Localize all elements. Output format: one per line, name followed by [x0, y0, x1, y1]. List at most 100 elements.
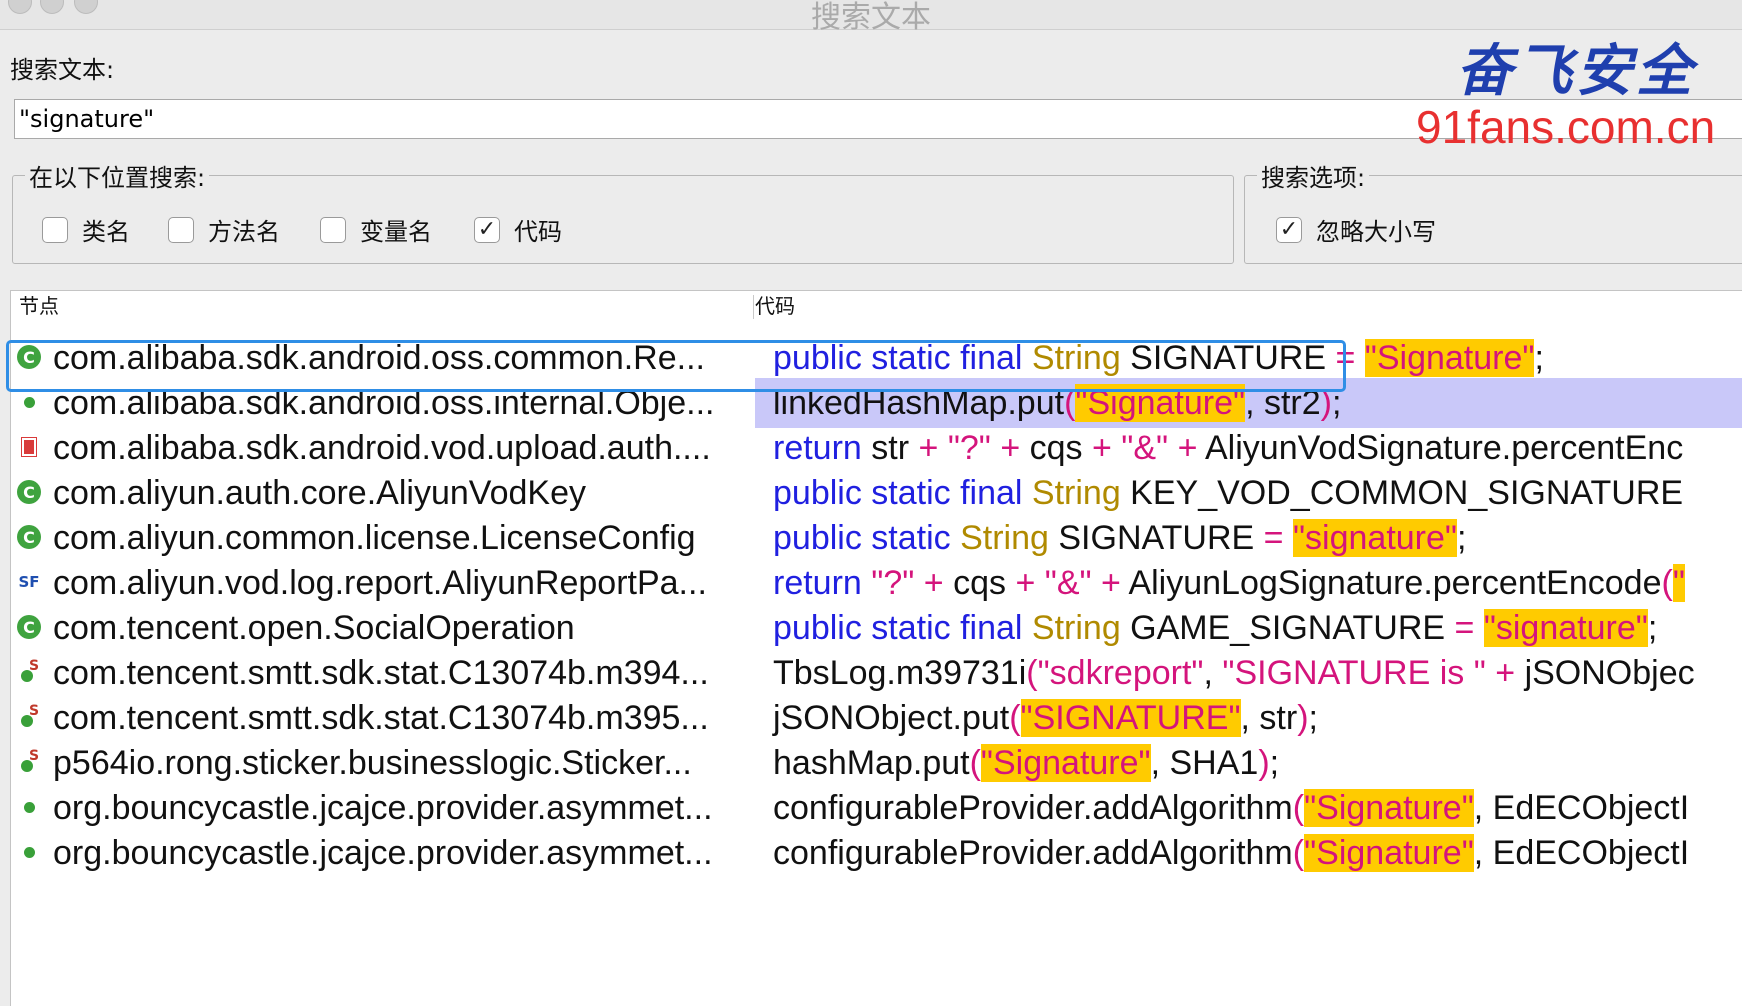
- node-cell[interactable]: Ccom.alibaba.sdk.android.oss.common.Re..…: [11, 333, 755, 383]
- code-token: ): [1258, 744, 1270, 782]
- node-name: org.bouncycastle.jcajce.provider.asymmet…: [53, 834, 713, 872]
- result-row[interactable]: Ccom.tencent.open.SocialOperation public …: [11, 603, 1742, 653]
- node-name: com.aliyun.auth.core.AliyunVodKey: [53, 474, 586, 512]
- variable-name-checkbox[interactable]: 变量名: [320, 212, 432, 247]
- code-token: AliyunVodSignature.percentEnc: [1205, 429, 1684, 467]
- code-token: SIGNATURE: [1048, 519, 1264, 557]
- match-highlight: "Signature": [1304, 789, 1474, 827]
- node-cell[interactable]: Sp564io.rong.sticker.businesslogic.Stick…: [11, 738, 755, 788]
- result-row[interactable]: Ccom.aliyun.auth.core.AliyunVodKey public…: [11, 468, 1742, 518]
- checkbox-box[interactable]: [168, 216, 194, 243]
- code-token: cqs: [1029, 429, 1092, 467]
- checkbox-box[interactable]: ✓: [1276, 216, 1302, 243]
- result-row[interactable]: Scom.tencent.smtt.sdk.stat.C13074b.m395.…: [11, 693, 1742, 743]
- node-cell[interactable]: com.alibaba.sdk.android.oss.internal.Obj…: [11, 378, 755, 428]
- checkbox-box[interactable]: ✓: [474, 216, 500, 243]
- code-cell[interactable]: configurableProvider.addAlgorithm("Signa…: [755, 783, 1742, 833]
- code-cell[interactable]: public static final String SIGNATURE = "…: [755, 333, 1742, 383]
- node-cell[interactable]: Scom.tencent.smtt.sdk.stat.C13074b.m395.…: [11, 693, 755, 743]
- node-cell[interactable]: SF com.aliyun.vod.log.report.AliyunReport…: [11, 558, 755, 608]
- static-method-icon: S: [17, 748, 41, 774]
- code-cell[interactable]: public static final String KEY_VOD_COMMO…: [755, 468, 1742, 518]
- code-token: +: [1485, 654, 1525, 692]
- checkbox-label: 忽略大小写: [1316, 218, 1436, 246]
- class-name-checkbox[interactable]: 类名: [42, 212, 130, 247]
- code-cell[interactable]: hashMap.put("Signature", SHA1);: [755, 738, 1742, 788]
- result-row[interactable]: org.bouncycastle.jcajce.provider.asymmet…: [11, 828, 1742, 878]
- code-token: "&": [1044, 564, 1092, 602]
- code-token: KEY_VOD_COMMON_SIGNATURE: [1120, 474, 1684, 512]
- node-cell[interactable]: org.bouncycastle.jcajce.provider.asymmet…: [11, 828, 755, 878]
- code-token: =: [1454, 609, 1484, 647]
- class-icon: C: [17, 615, 41, 639]
- match-highlight: "Signature": [1304, 834, 1474, 872]
- column-separator[interactable]: [753, 295, 754, 319]
- search-location-group: 在以下位置搜索:: [12, 158, 1234, 264]
- code-token: (: [1026, 654, 1038, 692]
- node-name: com.tencent.smtt.sdk.stat.C13074b.m395..…: [53, 699, 709, 737]
- code-token: +: [1091, 429, 1122, 467]
- class-icon: C: [17, 525, 41, 549]
- result-row[interactable]: SF com.aliyun.vod.log.report.AliyunReport…: [11, 558, 1742, 608]
- code-cell[interactable]: public static final String GAME_SIGNATUR…: [755, 603, 1742, 653]
- code-token: cqs: [953, 564, 1016, 602]
- result-row[interactable]: com.alibaba.sdk.android.vod.upload.auth.…: [11, 423, 1742, 473]
- code-token: =: [1335, 339, 1365, 377]
- code-token: ): [1320, 384, 1332, 422]
- code-cell[interactable]: configurableProvider.addAlgorithm("Signa…: [755, 828, 1742, 878]
- node-cell[interactable]: Scom.tencent.smtt.sdk.stat.C13074b.m394.…: [11, 648, 755, 698]
- result-row[interactable]: Scom.tencent.smtt.sdk.stat.C13074b.m394.…: [11, 648, 1742, 698]
- code-token: +: [990, 429, 1030, 467]
- code-token: , EdECObjectI: [1473, 834, 1690, 872]
- code-token: public static final: [773, 609, 1032, 647]
- node-cell[interactable]: Ccom.aliyun.auth.core.AliyunVodKey: [11, 468, 755, 518]
- checkbox-label: 变量名: [360, 218, 432, 246]
- checkbox-label: 类名: [82, 218, 130, 246]
- node-cell[interactable]: Ccom.tencent.open.SocialOperation: [11, 603, 755, 653]
- checkbox-label: 代码: [514, 218, 562, 246]
- match-highlight: ": [1672, 564, 1685, 602]
- code-token: AliyunLogSignature.percentEncode: [1128, 564, 1662, 602]
- result-row[interactable]: Sp564io.rong.sticker.businesslogic.Stick…: [11, 738, 1742, 788]
- code-checkbox[interactable]: ✓ 代码: [474, 212, 562, 247]
- code-cell[interactable]: linkedHashMap.put("Signature", str2);: [755, 378, 1742, 428]
- static-method-icon: S: [17, 658, 41, 684]
- code-cell[interactable]: TbsLog.m39731i("sdkreport", "SIGNATURE i…: [755, 648, 1742, 698]
- node-name: com.alibaba.sdk.android.vod.upload.auth.…: [53, 429, 711, 467]
- code-token: ;: [1269, 744, 1280, 782]
- code-cell[interactable]: return "?" + cqs + "&" + AliyunLogSignat…: [755, 558, 1742, 608]
- result-row[interactable]: Ccom.alibaba.sdk.android.oss.common.Re..…: [11, 333, 1742, 383]
- result-row[interactable]: Ccom.aliyun.common.license.LicenseConfig…: [11, 513, 1742, 563]
- private-method-icon: [17, 435, 41, 459]
- code-cell[interactable]: public static String SIGNATURE = "signat…: [755, 513, 1742, 563]
- node-name: com.aliyun.common.license.LicenseConfig: [53, 519, 696, 557]
- code-token: linkedHashMap.put: [773, 384, 1065, 422]
- code-token: (: [1064, 384, 1076, 422]
- match-highlight: "signature": [1292, 519, 1457, 557]
- node-cell[interactable]: Ccom.aliyun.common.license.LicenseConfig: [11, 513, 755, 563]
- code-token: String: [1031, 609, 1121, 647]
- code-cell[interactable]: jSONObject.put("SIGNATURE", str);: [755, 693, 1742, 743]
- code-token: public static final: [773, 474, 1032, 512]
- column-header-node[interactable]: 节点: [19, 291, 59, 321]
- code-token: ;: [1308, 699, 1318, 737]
- ignore-case-checkbox[interactable]: ✓ 忽略大小写: [1276, 212, 1436, 247]
- code-token: str: [861, 429, 919, 467]
- checkbox-box[interactable]: [42, 216, 68, 243]
- code-token: ): [1297, 699, 1309, 737]
- code-token: String: [1031, 339, 1121, 377]
- checkbox-box[interactable]: [320, 216, 346, 243]
- column-header-code[interactable]: 代码: [755, 291, 795, 321]
- result-row[interactable]: org.bouncycastle.jcajce.provider.asymmet…: [11, 783, 1742, 833]
- result-row[interactable]: com.alibaba.sdk.android.oss.internal.Obj…: [11, 378, 1742, 428]
- class-icon: C: [17, 345, 41, 369]
- node-cell[interactable]: com.alibaba.sdk.android.vod.upload.auth.…: [11, 423, 755, 473]
- node-cell[interactable]: org.bouncycastle.jcajce.provider.asymmet…: [11, 783, 755, 833]
- method-icon: [17, 840, 41, 864]
- code-token: , EdECObjectI: [1473, 789, 1690, 827]
- method-name-checkbox[interactable]: 方法名: [168, 212, 280, 247]
- node-name: p564io.rong.sticker.businesslogic.Sticke…: [53, 744, 692, 782]
- results-table[interactable]: 节点 代码 Ccom.alibaba.sdk.android.oss.commo…: [10, 290, 1742, 1006]
- code-cell[interactable]: return str + "?" + cqs + "&" + AliyunVod…: [755, 423, 1742, 473]
- search-options-group: 搜索选项:: [1244, 158, 1742, 264]
